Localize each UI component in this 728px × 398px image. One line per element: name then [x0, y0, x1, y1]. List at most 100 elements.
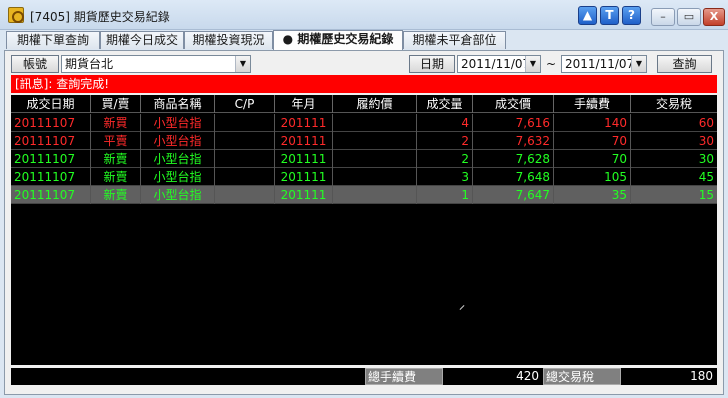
cell-tax: 45 [698, 170, 714, 184]
cell-date: 20111107 [11, 132, 91, 150]
cell-product: 小型台指 [141, 114, 215, 132]
col-cp[interactable]: C/P [215, 95, 275, 113]
window-title: [7405] 期貨歷史交易紀錄 [30, 10, 170, 24]
minimize-button[interactable]: – [651, 8, 675, 26]
total-tax-value: 180 [690, 369, 713, 383]
total-fee-value: 420 [516, 369, 539, 383]
chevron-down-icon[interactable]: ▼ [525, 56, 540, 72]
table-row[interactable]: 20111107 新賣 小型台指 201111 1 7,647 35 15 [11, 186, 717, 204]
cell-cp [215, 150, 275, 168]
cell-price: 7,616 [473, 114, 554, 132]
cell-date: 20111107 [11, 186, 91, 204]
cell-product: 小型台指 [141, 150, 215, 168]
totals-bar: 總手續費 420 總交易稅 180 [11, 368, 717, 385]
col-trade-date[interactable]: 成交日期 [11, 95, 91, 113]
date-to-value: 2011/11/07 [565, 57, 635, 71]
cell-date: 20111107 [11, 150, 91, 168]
cell-date: 20111107 [11, 168, 91, 186]
cell-tax: 30 [698, 152, 714, 166]
col-tax[interactable]: 交易稅 [631, 95, 717, 113]
date-separator: ~ [546, 57, 557, 71]
cell-cp [215, 132, 275, 150]
cell-quantity: 3 [417, 168, 473, 186]
cell-year-month: 201111 [275, 132, 333, 150]
cell-year-month: 201111 [275, 186, 333, 204]
table-header: 成交日期 買/賣 商品名稱 C/P 年月 履約價 成交量 成交價 手續費 交易稅 [11, 95, 717, 113]
tab-order-query[interactable]: 期權下單查詢 [6, 31, 100, 49]
app-icon [8, 7, 24, 23]
table-row[interactable]: 20111107 新賣 小型台指 201111 2 7,628 70 30 [11, 150, 717, 168]
cell-side: 新賣 [91, 168, 141, 186]
cell-side: 新賣 [91, 186, 141, 204]
table-row[interactable]: 20111107 新買 小型台指 201111 4 7,616 140 60 [11, 114, 717, 132]
tab-bar: 期權下單查詢 期權今日成交 期權投資現況 ● 期權歷史交易紀錄 期權未平倉部位 [0, 30, 728, 50]
col-product[interactable]: 商品名稱 [141, 95, 215, 113]
date-from-value: 2011/11/07 [461, 57, 531, 71]
total-fee-label: 總手續費 [365, 368, 443, 385]
date-to-picker[interactable]: 2011/11/07 ▼ [561, 55, 647, 73]
maximize-button[interactable]: ▭ [677, 8, 701, 26]
cell-quantity: 2 [417, 150, 473, 168]
close-button[interactable]: X [703, 8, 725, 26]
chevron-down-icon[interactable]: ▼ [235, 56, 250, 72]
tab-trade-history[interactable]: ● 期權歷史交易紀錄 [273, 30, 403, 50]
history-panel: 帳號 期貨台北 ▼ 日期 2011/11/07 ▼ ~ 2011/11/07 ▼… [4, 50, 724, 395]
cell-price: 7,632 [473, 132, 554, 150]
col-side[interactable]: 買/賣 [91, 95, 141, 113]
cell-side: 平賣 [91, 132, 141, 150]
cell-fee: 70 [554, 132, 631, 150]
cell-fee: 70 [554, 150, 631, 168]
cell-strike [333, 186, 417, 204]
tab-positions-status[interactable]: 期權投資現況 [184, 31, 273, 49]
cell-tax: 60 [698, 116, 714, 130]
cell-strike [333, 168, 417, 186]
status-message: [訊息]: 查詢完成! [11, 75, 717, 93]
cell-year-month: 201111 [275, 168, 333, 186]
chevron-down-icon[interactable]: ▼ [631, 56, 646, 72]
top-align-button[interactable]: ▲ [578, 6, 597, 25]
text-button[interactable]: T [600, 6, 619, 25]
cell-price: 7,628 [473, 150, 554, 168]
col-fee[interactable]: 手續費 [554, 95, 631, 113]
cell-product: 小型台指 [141, 168, 215, 186]
tab-today-fills[interactable]: 期權今日成交 [100, 31, 184, 49]
table-row[interactable]: 20111107 新賣 小型台指 201111 3 7,648 105 45 [11, 168, 717, 186]
tab-open-interest[interactable]: 期權未平倉部位 [403, 31, 506, 49]
total-tax-label: 總交易稅 [543, 368, 621, 385]
account-select[interactable]: 期貨台北 ▼ [61, 55, 251, 73]
col-strike[interactable]: 履約價 [333, 95, 417, 113]
col-price[interactable]: 成交價 [473, 95, 554, 113]
trade-history-table[interactable]: 成交日期 買/賣 商品名稱 C/P 年月 履約價 成交量 成交價 手續費 交易稅… [11, 95, 717, 365]
cell-fee: 140 [554, 114, 631, 132]
cell-price: 7,648 [473, 168, 554, 186]
date-label: 日期 [409, 55, 455, 73]
cell-strike [333, 132, 417, 150]
account-value: 期貨台北 [65, 57, 114, 71]
cell-tax: 15 [698, 188, 714, 202]
cell-strike [333, 150, 417, 168]
cell-date: 20111107 [11, 114, 91, 132]
cell-fee: 105 [554, 168, 631, 186]
cell-cp [215, 114, 275, 132]
cell-quantity: 4 [417, 114, 473, 132]
cell-tax: 30 [698, 134, 714, 148]
cell-cp [215, 186, 275, 204]
query-button[interactable]: 查詢 [657, 55, 712, 73]
cell-price: 7,647 [473, 186, 554, 204]
cell-product: 小型台指 [141, 186, 215, 204]
cell-strike [333, 114, 417, 132]
cell-side: 新買 [91, 114, 141, 132]
mouse-cursor-mark [459, 305, 465, 310]
cell-quantity: 1 [417, 186, 473, 204]
title-bar: [7405] 期貨歷史交易紀錄 ▲ T ? – ▭ X [0, 0, 728, 30]
cell-product: 小型台指 [141, 132, 215, 150]
cell-fee: 35 [554, 186, 631, 204]
cell-cp [215, 168, 275, 186]
col-quantity[interactable]: 成交量 [417, 95, 473, 113]
col-year-month[interactable]: 年月 [275, 95, 333, 113]
help-button[interactable]: ? [622, 6, 641, 25]
date-from-picker[interactable]: 2011/11/07 ▼ [457, 55, 541, 73]
cell-side: 新賣 [91, 150, 141, 168]
account-label: 帳號 [11, 55, 59, 73]
table-row[interactable]: 20111107 平賣 小型台指 201111 2 7,632 70 30 [11, 132, 717, 150]
